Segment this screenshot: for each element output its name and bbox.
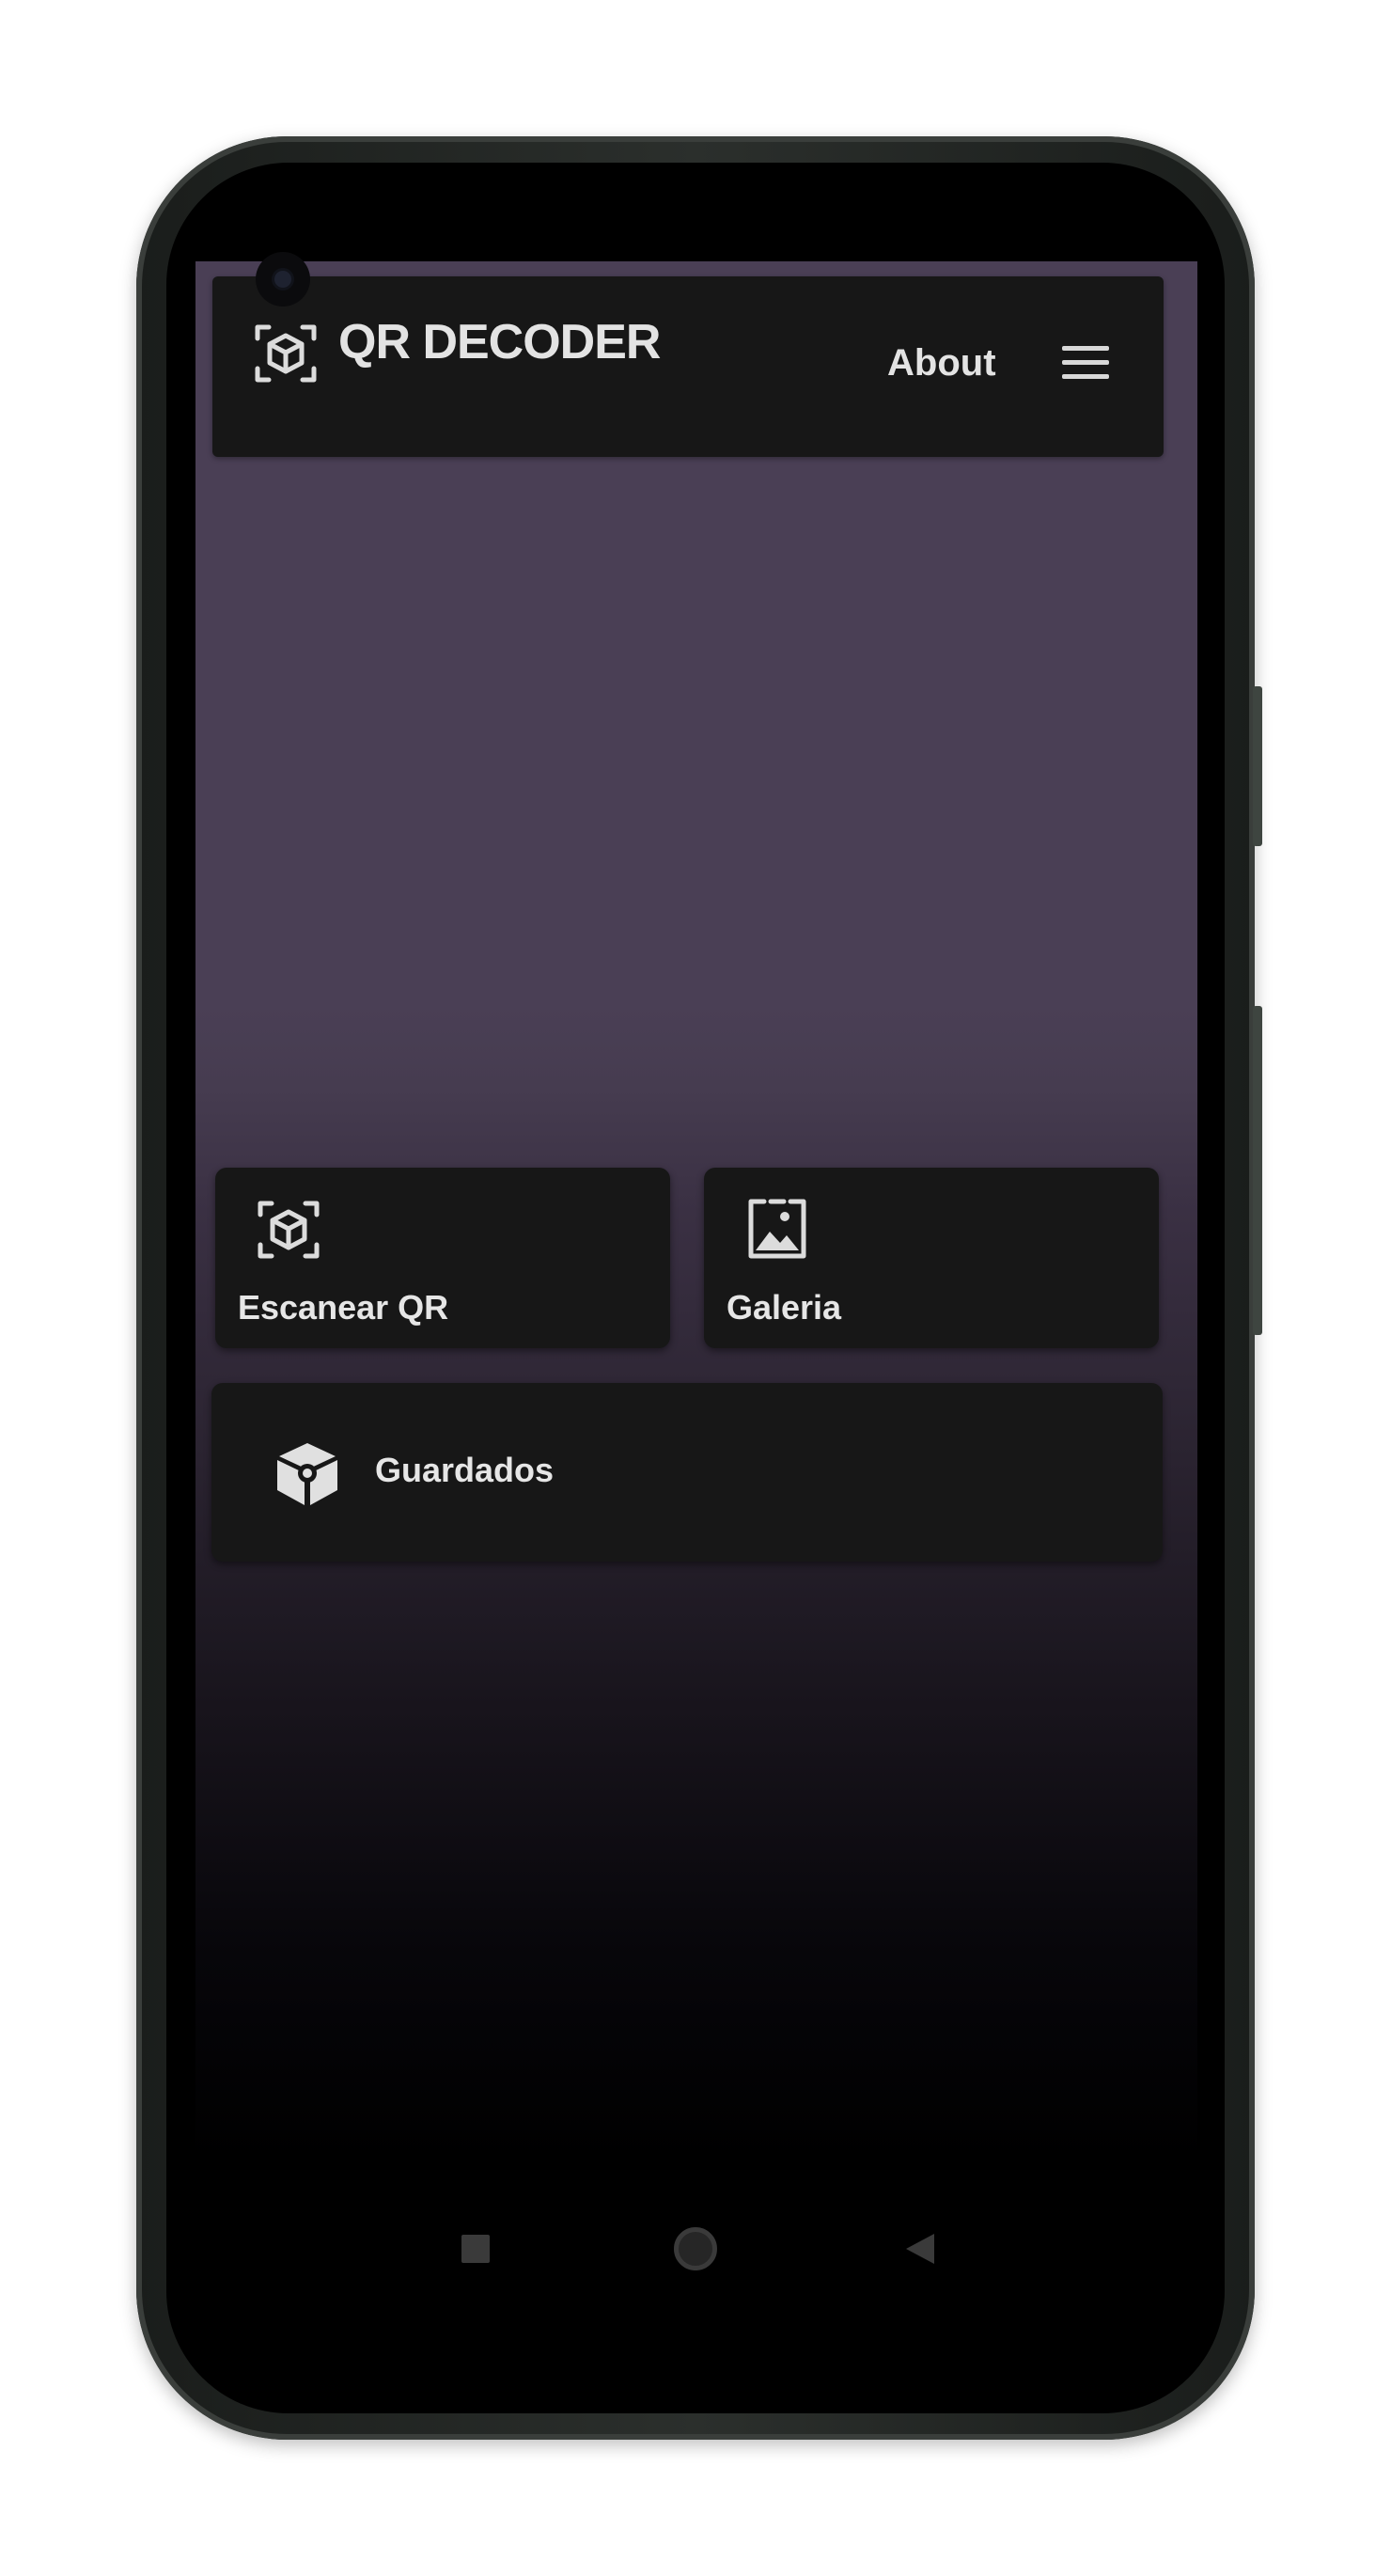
- phone-frame: QR DECODER About Escanear QR Galeria Gua…: [136, 136, 1262, 2440]
- gallery-label: Galeria: [727, 1288, 842, 1327]
- app-title: QR DECODER: [338, 315, 661, 369]
- system-navigation-bar: [195, 2176, 1197, 2327]
- saved-label: Guardados: [375, 1451, 555, 1489]
- qr-scan-cube-icon: [258, 1201, 320, 1259]
- scan-qr-label: Escanear QR: [238, 1288, 449, 1327]
- scan-qr-button[interactable]: Escanear QR: [215, 1168, 670, 1348]
- screen-bezel: QR DECODER About Escanear QR Galeria Gua…: [166, 163, 1225, 2413]
- about-link[interactable]: About: [887, 342, 996, 385]
- front-camera: [256, 252, 310, 306]
- triangle-back-icon[interactable]: [904, 2232, 936, 2266]
- saved-button[interactable]: Guardados: [211, 1383, 1163, 1562]
- cube-box-icon: [277, 1443, 337, 1505]
- volume-button: [1253, 686, 1262, 846]
- hamburger-menu-icon[interactable]: [1060, 342, 1113, 384]
- app-bar: QR DECODER About: [212, 276, 1164, 457]
- power-button: [1253, 1006, 1262, 1335]
- gallery-button[interactable]: Galeria: [704, 1168, 1159, 1348]
- qr-scan-cube-icon: [255, 324, 317, 383]
- app-screen: QR DECODER About Escanear QR Galeria Gua…: [195, 261, 1197, 2327]
- square-recents-icon[interactable]: [461, 2235, 490, 2263]
- image-gallery-icon: [748, 1199, 806, 1259]
- circle-home-icon[interactable]: [674, 2227, 717, 2270]
